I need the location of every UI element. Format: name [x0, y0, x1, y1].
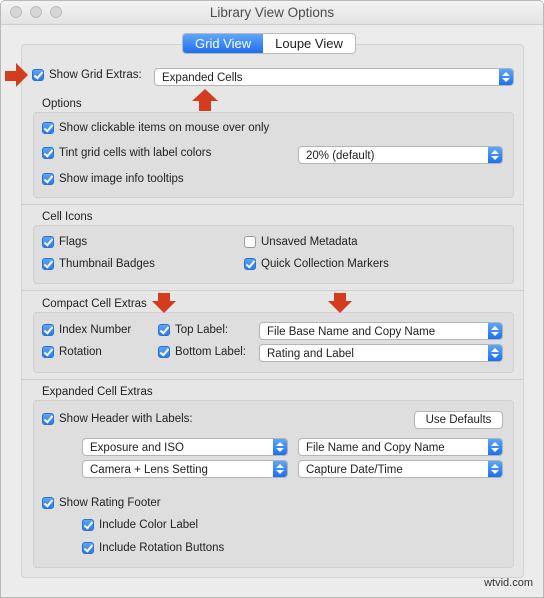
select-arrows-icon — [499, 69, 513, 85]
top-label-label: Top Label: — [175, 324, 229, 336]
select-arrows-icon — [488, 345, 502, 361]
top-label-select[interactable]: File Base Name and Copy Name — [259, 322, 503, 340]
include-rotation-check[interactable] — [82, 542, 94, 554]
tint-cells-label: Tint grid cells with label colors — [59, 147, 212, 159]
header-label-2-select[interactable]: File Name and Copy Name — [298, 438, 503, 456]
select-arrows-icon — [488, 461, 502, 477]
header-label-3-select[interactable]: Camera + Lens Setting — [82, 460, 288, 478]
flags-label: Flags — [59, 236, 88, 248]
tint-cells-check[interactable] — [42, 147, 54, 159]
bottom-label-label: Bottom Label: — [175, 346, 246, 358]
select-arrows-icon — [273, 461, 287, 477]
tab-loupe-view[interactable]: Loupe View — [263, 34, 355, 53]
quick-collection-label: Quick Collection Markers — [261, 258, 389, 270]
thumbnail-badges-checkbox[interactable]: Thumbnail Badges — [42, 258, 155, 270]
divider — [21, 379, 524, 380]
thumbnail-badges-label: Thumbnail Badges — [59, 258, 155, 270]
rotation-label: Rotation — [59, 346, 102, 358]
tint-amount-select[interactable]: 20% (default) — [298, 146, 503, 164]
include-rotation-label: Include Rotation Buttons — [99, 542, 225, 554]
annotation-arrow-right-icon — [16, 63, 28, 87]
annotation-arrow-down-tail — [334, 293, 346, 301]
index-number-label: Index Number — [59, 324, 132, 336]
top-label-value: File Base Name and Copy Name — [267, 326, 436, 338]
unsaved-metadata-check[interactable] — [244, 236, 256, 248]
header-label-2-value: File Name and Copy Name — [306, 442, 445, 454]
show-clickable-checkbox[interactable]: Show clickable items on mouse over only — [42, 122, 269, 134]
quick-collection-checkbox[interactable]: Quick Collection Markers — [244, 258, 389, 270]
header-label-1-select[interactable]: Exposure and ISO — [82, 438, 288, 456]
tint-amount-value: 20% (default) — [306, 150, 375, 162]
options-title: Options — [42, 98, 82, 110]
top-label-checkbox[interactable]: Top Label: — [158, 324, 228, 336]
select-arrows-icon — [488, 323, 502, 339]
select-arrows-icon — [488, 439, 502, 455]
show-rating-footer-checkbox[interactable]: Show Rating Footer — [42, 497, 161, 509]
unsaved-metadata-checkbox[interactable]: Unsaved Metadata — [244, 236, 358, 248]
top-label-check[interactable] — [158, 324, 170, 336]
annotation-arrow-up-tail — [199, 101, 211, 111]
titlebar: Library View Options — [1, 1, 543, 25]
quick-collection-check[interactable] — [244, 258, 256, 270]
annotation-arrow-down-icon — [328, 301, 352, 313]
bottom-label-check[interactable] — [158, 346, 170, 358]
show-header-checkbox[interactable]: Show Header with Labels: — [42, 413, 193, 425]
divider — [21, 204, 524, 205]
flags-checkbox[interactable]: Flags — [42, 236, 87, 248]
bottom-label-value: Rating and Label — [267, 348, 354, 360]
watermark: wtvid.com — [484, 577, 533, 589]
grid-extras-select[interactable]: Expanded Cells — [154, 68, 514, 86]
tab-grid-view[interactable]: Grid View — [183, 34, 264, 53]
index-number-checkbox[interactable]: Index Number — [42, 324, 131, 336]
cell-icons-title: Cell Icons — [42, 211, 93, 223]
include-color-label-label: Include Color Label — [99, 519, 199, 531]
include-color-label-checkbox[interactable]: Include Color Label — [82, 519, 198, 531]
expanded-title: Expanded Cell Extras — [42, 386, 153, 398]
annotation-arrow-down-icon — [152, 301, 176, 313]
header-label-4-value: Capture Date/Time — [306, 464, 403, 476]
annotation-arrow-right-tail — [5, 71, 16, 81]
annotation-arrow-down-tail — [158, 293, 170, 301]
tint-cells-checkbox[interactable]: Tint grid cells with label colors — [42, 147, 211, 159]
show-grid-extras-label: Show Grid Extras: — [49, 69, 142, 81]
show-header-check[interactable] — [42, 413, 54, 425]
rotation-checkbox[interactable]: Rotation — [42, 346, 102, 358]
unsaved-metadata-label: Unsaved Metadata — [261, 236, 358, 248]
bottom-label-checkbox[interactable]: Bottom Label: — [158, 346, 246, 358]
show-tooltips-check[interactable] — [42, 173, 54, 185]
cell-icons-group — [33, 225, 514, 284]
header-label-4-select[interactable]: Capture Date/Time — [298, 460, 503, 478]
thumbnail-badges-check[interactable] — [42, 258, 54, 270]
window-title: Library View Options — [209, 5, 335, 20]
show-rating-footer-check[interactable] — [42, 497, 54, 509]
use-defaults-button[interactable]: Use Defaults — [414, 411, 503, 429]
library-view-options-window: Library View Options Grid View Loupe Vie… — [0, 0, 544, 598]
show-tooltips-label: Show image info tooltips — [59, 173, 184, 185]
bottom-label-select[interactable]: Rating and Label — [259, 344, 503, 362]
compact-title: Compact Cell Extras — [42, 298, 147, 310]
show-header-label: Show Header with Labels: — [59, 413, 193, 425]
divider — [21, 290, 524, 291]
select-arrows-icon — [488, 147, 502, 163]
grid-extras-value: Expanded Cells — [162, 72, 243, 84]
show-tooltips-checkbox[interactable]: Show image info tooltips — [42, 173, 184, 185]
header-label-3-value: Camera + Lens Setting — [90, 464, 208, 476]
annotation-arrow-up-icon — [192, 89, 218, 101]
show-clickable-label: Show clickable items on mouse over only — [59, 122, 270, 134]
rotation-check[interactable] — [42, 346, 54, 358]
include-rotation-checkbox[interactable]: Include Rotation Buttons — [82, 542, 224, 554]
show-grid-extras-checkbox[interactable]: Show Grid Extras: — [32, 69, 142, 81]
show-grid-extras-check[interactable] — [32, 69, 44, 81]
header-label-1-value: Exposure and ISO — [90, 442, 184, 454]
view-tabs: Grid View Loupe View — [182, 33, 356, 54]
show-clickable-check[interactable] — [42, 122, 54, 134]
index-number-check[interactable] — [42, 324, 54, 336]
include-color-label-check[interactable] — [82, 519, 94, 531]
show-rating-footer-label: Show Rating Footer — [59, 497, 161, 509]
flags-check[interactable] — [42, 236, 54, 248]
select-arrows-icon — [273, 439, 287, 455]
